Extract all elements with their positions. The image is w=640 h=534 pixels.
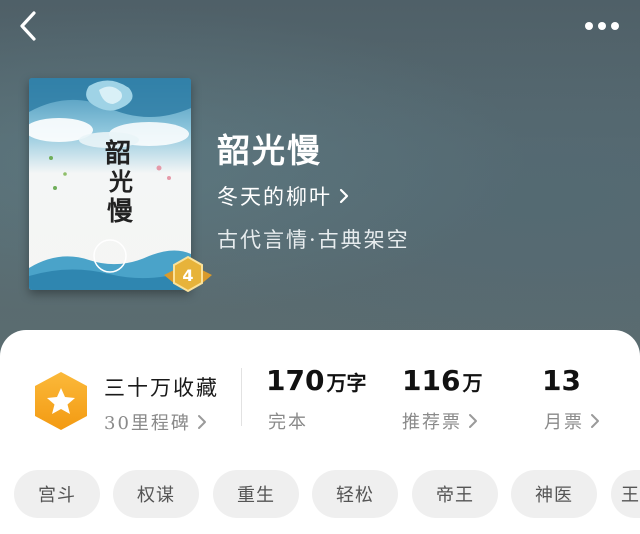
level-badge: 4	[162, 255, 214, 297]
monthly-votes-link[interactable]: 月票	[544, 408, 600, 434]
word-count: 170 万字	[266, 364, 366, 397]
monthly-label: 月票	[544, 412, 584, 433]
top-bar	[0, 0, 640, 56]
recommend-value: 116	[402, 364, 461, 397]
monthly-votes: 13	[542, 364, 581, 397]
cover-title-char-3: 慢	[107, 197, 134, 227]
more-button[interactable]	[582, 12, 622, 40]
cover-title-char-2: 光	[108, 167, 133, 196]
chevron-right-icon	[339, 188, 349, 204]
cover-title-char-1: 韶	[105, 138, 131, 169]
star-hexagon-icon	[35, 372, 87, 430]
tag-chip[interactable]: 帝王	[412, 470, 498, 518]
chevron-right-icon	[591, 414, 599, 428]
stats-divider	[241, 368, 242, 426]
tag-chip[interactable]: 神医	[511, 470, 597, 518]
milestone-label: 30里程碑	[104, 413, 191, 434]
favorites-milestone: 三十万收藏	[104, 376, 219, 400]
recommend-votes: 116 万	[402, 364, 482, 397]
chevron-right-icon	[197, 415, 206, 429]
completion-status: 完本	[268, 408, 308, 434]
author-name: 冬天的柳叶	[217, 185, 332, 209]
tag-chip[interactable]: 权谋	[113, 470, 199, 518]
monthly-value: 13	[542, 364, 581, 397]
book-genre: 古代言情·古典架空	[217, 228, 410, 252]
milestone-link[interactable]: 30里程碑	[104, 409, 207, 435]
more-dots-icon	[585, 22, 619, 30]
level-badge-icon: 4	[164, 255, 212, 293]
tag-chip[interactable]: 轻松	[312, 470, 398, 518]
tag-chip[interactable]: 宫斗	[14, 470, 100, 518]
recommend-label: 推荐票	[402, 412, 462, 433]
word-count-value: 170	[266, 364, 325, 397]
recommend-votes-link[interactable]: 推荐票	[402, 408, 478, 434]
recommend-unit: 万	[462, 371, 483, 395]
book-title: 韶光慢	[217, 131, 322, 170]
chevron-right-icon	[469, 414, 477, 428]
tag-chip[interactable]: 重生	[213, 470, 299, 518]
back-button[interactable]	[12, 8, 48, 44]
word-count-unit: 万字	[326, 371, 367, 395]
level-badge-number: 4	[182, 266, 193, 285]
author-link[interactable]: 冬天的柳叶	[217, 181, 350, 211]
chevron-left-icon	[20, 11, 36, 41]
completion-label: 完本	[268, 412, 308, 433]
